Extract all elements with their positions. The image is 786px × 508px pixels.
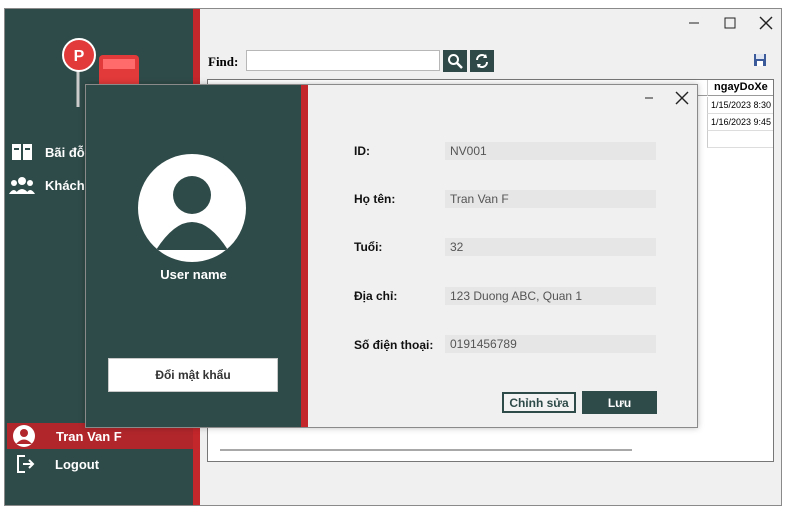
dialog-close-icon[interactable] [673, 89, 691, 107]
sidebar-item-label: Bãi đỗ [45, 144, 85, 160]
field-value-id[interactable]: NV001 [445, 142, 656, 160]
field-label-name: Họ tên: [354, 192, 396, 206]
avatar [138, 154, 246, 262]
edit-button[interactable]: Chỉnh sửa [502, 392, 576, 413]
find-label: Find: [208, 54, 239, 69]
dialog-profile-panel: User name Đổi mật khẩu [86, 85, 301, 427]
maximize-icon[interactable] [720, 13, 740, 33]
find-input[interactable] [246, 50, 440, 71]
logout-icon [13, 453, 39, 475]
dialog-minimize-icon[interactable] [640, 89, 658, 107]
search-button[interactable] [443, 50, 467, 72]
user-avatar-icon [9, 423, 39, 449]
table-cell-empty[interactable] [707, 131, 773, 148]
field-label-phone: Số điện thoại: [354, 338, 434, 352]
field-value-phone[interactable]: 0191456789 [445, 335, 656, 353]
save-button[interactable]: Lưu [582, 391, 657, 414]
sidebar-item-customers[interactable]: Khách [9, 174, 85, 196]
field-value-age[interactable]: 32 [445, 238, 656, 256]
screen: P Bãi đỗ Khách Tran Van F Logout Find: n… [0, 0, 786, 508]
sidebar-item-label: Logout [55, 456, 100, 472]
dialog-divider [301, 85, 308, 427]
sidebar-item-label: Khách [45, 177, 85, 193]
field-label-id: ID: [354, 144, 370, 158]
horizontal-scrollbar[interactable] [220, 449, 632, 451]
close-icon[interactable] [756, 13, 776, 33]
users-icon [9, 174, 35, 196]
refresh-button[interactable] [470, 50, 494, 72]
user-info-dialog: User name Đổi mật khẩu ID: NV001 Họ tên:… [85, 84, 698, 428]
field-value-address[interactable]: 123 Duong ABC, Quan 1 [445, 287, 656, 305]
change-password-button[interactable]: Đổi mật khẩu [108, 358, 278, 392]
table-cell[interactable]: 1/16/2023 9:45 ... [707, 114, 773, 131]
book-icon [9, 141, 35, 163]
search-icon [448, 54, 463, 69]
user-avatar-icon [156, 176, 228, 250]
username-label: User name [160, 267, 227, 282]
field-value-name[interactable]: Tran Van F [445, 190, 656, 208]
field-label-address: Địa chỉ: [354, 289, 398, 303]
sidebar-item-logout[interactable]: Logout [13, 453, 99, 475]
save-icon[interactable] [751, 51, 769, 69]
table-cell[interactable]: 1/15/2023 8:30 ... [707, 97, 773, 114]
svg-text:P: P [74, 48, 85, 65]
field-label-age: Tuổi: [354, 240, 383, 254]
minimize-icon[interactable] [684, 13, 704, 33]
sidebar-item-parking[interactable]: Bãi đỗ [9, 141, 85, 163]
refresh-icon [476, 54, 488, 68]
sidebar-user-label: Tran Van F [56, 428, 122, 444]
column-header[interactable]: ngayDoXe [707, 80, 773, 96]
